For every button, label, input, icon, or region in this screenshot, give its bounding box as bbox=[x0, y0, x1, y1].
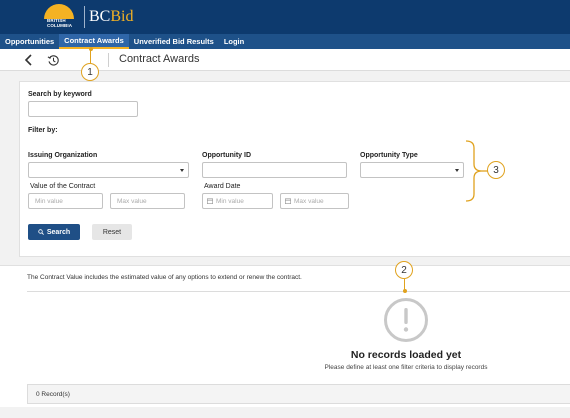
filter-by-label: Filter by: bbox=[28, 127, 58, 134]
app-name-left: BC bbox=[89, 8, 111, 25]
search-icon bbox=[38, 229, 44, 235]
award-date-min-input[interactable]: Min value bbox=[202, 193, 273, 209]
top-header: BRITISH COLUMBIA BCBid bbox=[0, 0, 570, 34]
bc-emblem-icon: BRITISH COLUMBIA bbox=[42, 3, 82, 31]
search-keyword-label: Search by keyword bbox=[28, 91, 92, 98]
records-footer: 0 Record(s) bbox=[27, 384, 570, 404]
subheader-divider bbox=[108, 53, 109, 67]
contract-min-value-input[interactable]: Min value bbox=[28, 193, 103, 209]
issuing-organization-label: Issuing Organization bbox=[28, 152, 98, 159]
exclamation-circle-icon bbox=[384, 298, 428, 342]
contract-max-value-input[interactable]: Max value bbox=[110, 193, 185, 209]
empty-state-subtitle: Please define at least one filter criter… bbox=[324, 364, 488, 371]
logo-divider bbox=[84, 6, 85, 28]
award-date-max-placeholder: Max value bbox=[294, 197, 324, 205]
contract-value-label: Value of the Contract bbox=[30, 183, 96, 190]
results-panel: The Contract Value includes the estimate… bbox=[0, 265, 570, 407]
reset-button[interactable]: Reset bbox=[92, 224, 132, 240]
sun-emblem bbox=[44, 4, 74, 19]
callout-badge-1: 1 bbox=[81, 63, 99, 81]
caret-down-icon bbox=[180, 169, 184, 172]
logo-line-2: COLUMBIA bbox=[47, 23, 73, 28]
app-name: BCBid bbox=[89, 8, 133, 26]
results-divider bbox=[27, 291, 570, 292]
opportunity-id-input[interactable] bbox=[202, 162, 347, 178]
nav-opportunities[interactable]: Opportunities bbox=[0, 34, 59, 49]
page-title: Contract Awards bbox=[119, 53, 200, 65]
nav-unverified-bid-results[interactable]: Unverified Bid Results bbox=[129, 34, 219, 49]
search-button-label: Search bbox=[46, 228, 71, 236]
contract-max-placeholder: Max value bbox=[117, 197, 147, 205]
award-date-label: Award Date bbox=[204, 183, 241, 190]
contract-value-notice: The Contract Value includes the estimate… bbox=[27, 274, 302, 281]
logo-text: BRITISH COLUMBIA bbox=[47, 18, 72, 28]
records-count: 0 Record(s) bbox=[36, 391, 70, 398]
nav-contract-awards[interactable]: Contract Awards bbox=[59, 34, 129, 49]
calendar-icon bbox=[285, 198, 291, 204]
award-date-max-input[interactable]: Max value bbox=[280, 193, 349, 209]
opportunity-id-label: Opportunity ID bbox=[202, 152, 251, 159]
contract-min-placeholder: Min value bbox=[35, 197, 63, 205]
issuing-organization-select[interactable] bbox=[28, 162, 189, 178]
caret-down-icon bbox=[455, 169, 459, 172]
chevron-left-icon[interactable] bbox=[24, 54, 34, 66]
callout-2-anchor bbox=[403, 289, 407, 293]
award-date-min-placeholder: Min value bbox=[216, 197, 244, 205]
opportunity-type-label: Opportunity Type bbox=[360, 152, 418, 159]
main-nav: Opportunities Contract Awards Unverified… bbox=[0, 34, 570, 49]
bc-logo[interactable]: BRITISH COLUMBIA BCBid bbox=[42, 3, 133, 31]
calendar-icon bbox=[207, 198, 213, 204]
opportunity-type-select[interactable] bbox=[360, 162, 464, 178]
search-button[interactable]: Search bbox=[28, 224, 80, 240]
history-icon[interactable] bbox=[47, 54, 60, 67]
keyword-search-input[interactable] bbox=[28, 101, 138, 117]
callout-badge-3: 3 bbox=[487, 161, 505, 179]
callout-1-line bbox=[90, 49, 92, 63]
empty-state-title: No records loaded yet bbox=[350, 349, 462, 361]
app-name-right: Bid bbox=[110, 8, 134, 25]
callout-badge-2: 2 bbox=[395, 261, 413, 279]
nav-login[interactable]: Login bbox=[219, 34, 249, 49]
